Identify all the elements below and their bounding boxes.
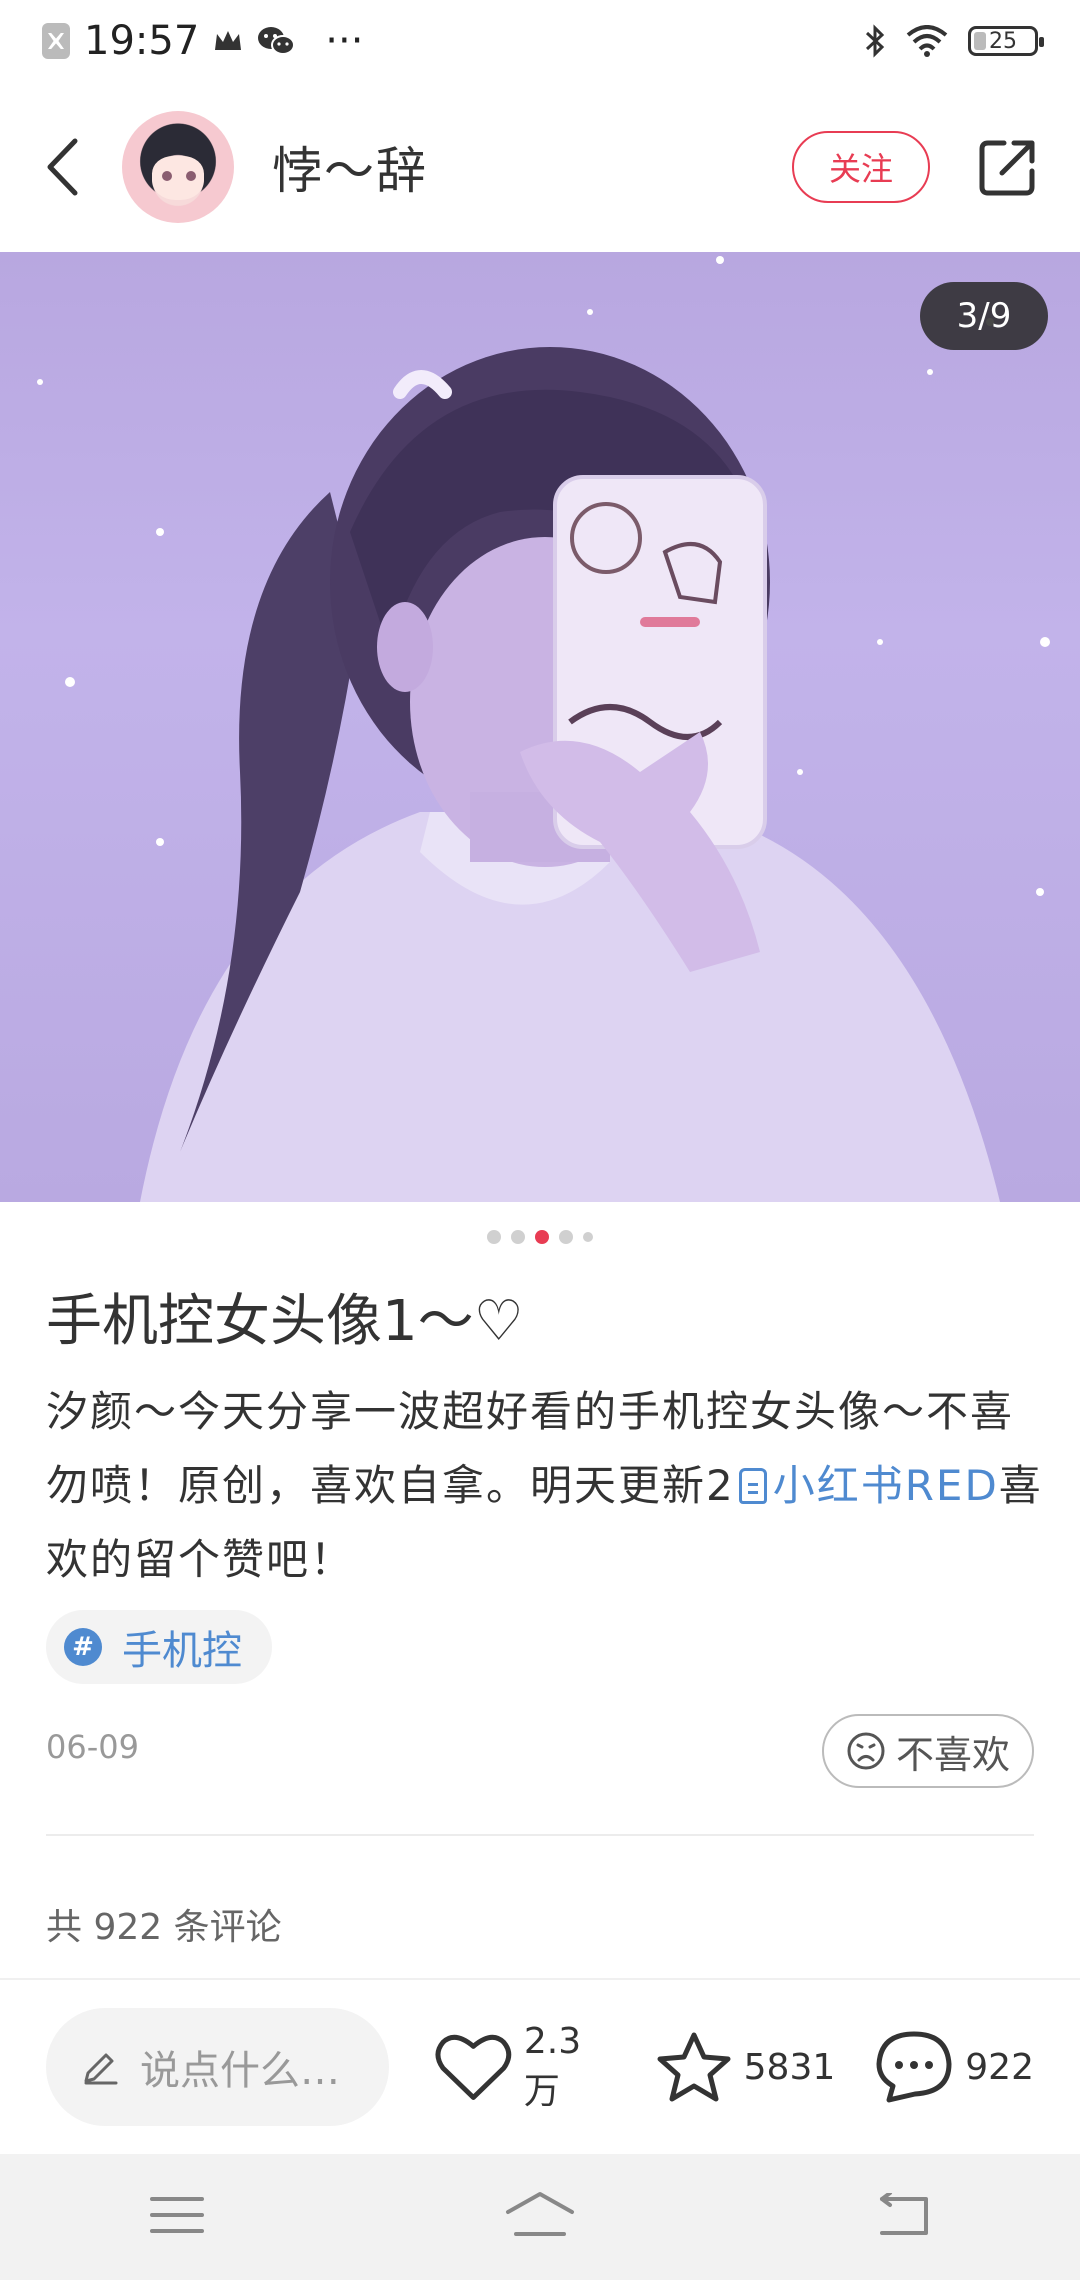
carousel-dot xyxy=(583,1232,593,1242)
avatar[interactable] xyxy=(122,111,234,223)
post-header: 悖～辞 关注 xyxy=(0,82,1080,252)
topic-tag-label: 手机控 xyxy=(122,1628,242,1674)
chevron-left-icon xyxy=(47,138,78,196)
notification-block-icon xyxy=(42,23,70,59)
post-date: 06-09 xyxy=(46,1728,139,1766)
status-more: ··· xyxy=(325,18,364,64)
girl-selfie-illustration xyxy=(37,256,1050,1202)
sad-face-icon xyxy=(847,1732,885,1770)
carousel-dot xyxy=(487,1230,501,1244)
post-image[interactable]: 3/9 xyxy=(0,252,1080,1202)
brand-link[interactable]: 小红书RED xyxy=(773,1461,999,1510)
comment-placeholder: 说点什么… xyxy=(140,2048,340,2094)
collect-button[interactable]: 5831 xyxy=(656,2031,836,2103)
share-icon xyxy=(979,140,1035,196)
crown-icon xyxy=(215,31,242,50)
topic-tag[interactable]: # 手机控 xyxy=(46,1610,272,1684)
comment-input[interactable]: 说点什么… xyxy=(46,2008,390,2126)
note-link-icon xyxy=(738,1468,767,1504)
bluetooth-icon xyxy=(865,24,885,58)
heart-icon xyxy=(435,2034,512,2100)
status-time: 19:57 xyxy=(84,18,200,64)
post-title: 手机控女头像1～♡ xyxy=(46,1289,524,1354)
chat-bubble-icon xyxy=(876,2031,952,2103)
action-bar: 说点什么… 2.3万 5831 922 xyxy=(0,1980,1080,2154)
collect-count: 5831 xyxy=(743,2046,836,2088)
home-button[interactable] xyxy=(504,2190,576,2244)
comment-count: 922 xyxy=(965,2046,1034,2088)
wechat-icon xyxy=(258,27,296,55)
like-button[interactable]: 2.3万 xyxy=(435,2021,615,2114)
status-bar: 19:57 ··· 25 xyxy=(0,0,1080,82)
content-divider xyxy=(46,1834,1034,1836)
star-icon xyxy=(657,2032,731,2102)
comment-button[interactable]: 922 xyxy=(875,2030,1034,2104)
author-name[interactable]: 悖～辞 xyxy=(272,131,428,203)
carousel-dot xyxy=(511,1230,525,1244)
post-description: 汐颜～今天分享一波超好看的手机控女头像～不喜勿喷！原创，喜欢自拿。明天更新2 小红… xyxy=(46,1375,1046,1597)
battery-level: 25 xyxy=(989,28,1017,54)
menu-button[interactable] xyxy=(150,2193,204,2241)
follow-button[interactable]: 关注 xyxy=(792,131,930,203)
battery-icon: 25 xyxy=(968,26,1044,56)
pencil-icon xyxy=(84,2053,118,2085)
carousel-dot-active xyxy=(535,1230,549,1244)
back-nav-button[interactable] xyxy=(876,2191,930,2241)
wifi-icon xyxy=(906,25,948,57)
menu-icon xyxy=(150,2197,204,2233)
like-count: 2.3万 xyxy=(523,2020,582,2112)
back-button[interactable] xyxy=(40,137,84,197)
share-button[interactable] xyxy=(976,135,1040,199)
dislike-button[interactable]: 不喜欢 xyxy=(822,1714,1034,1788)
home-icon xyxy=(506,2192,574,2236)
carousel-dot xyxy=(559,1230,573,1244)
comments-total: 共 922 条评论 xyxy=(46,1907,282,1948)
return-icon xyxy=(880,2191,928,2235)
dislike-label: 不喜欢 xyxy=(895,1732,1010,1777)
hashtag-icon: # xyxy=(64,1628,102,1666)
carousel-dots xyxy=(0,1230,1080,1244)
image-page-counter: 3/9 xyxy=(920,282,1048,350)
system-nav-bar xyxy=(0,2154,1080,2280)
